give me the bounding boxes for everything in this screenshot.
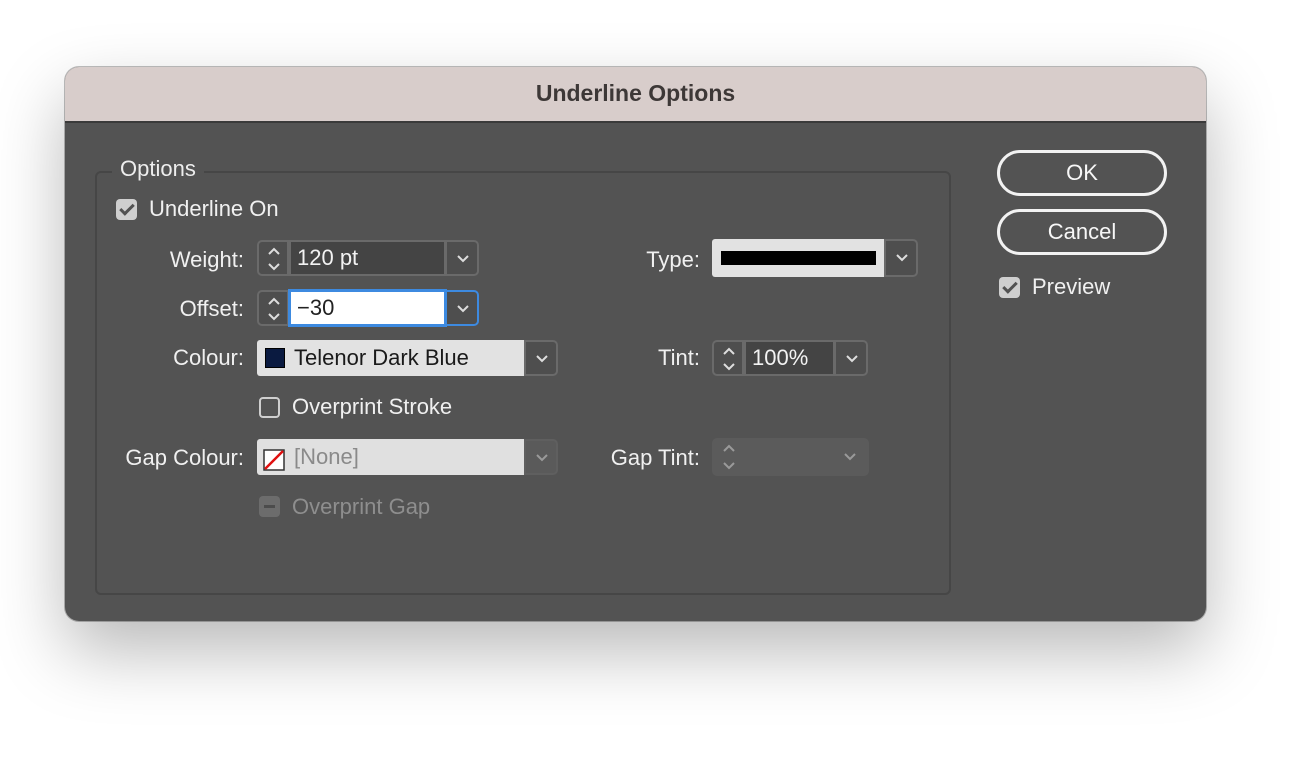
overprint-stroke-label: Overprint Stroke xyxy=(292,394,453,419)
tint-label: Tint: xyxy=(658,345,700,370)
colour-select[interactable]: Telenor Dark Blue xyxy=(257,340,525,376)
chevron-down-icon xyxy=(457,255,469,263)
weight-label: Weight: xyxy=(169,247,244,272)
colour-value: Telenor Dark Blue xyxy=(294,345,469,370)
stepper-arrows-icon xyxy=(723,347,735,371)
colour-swatch xyxy=(265,348,285,368)
overprint-gap-checkbox xyxy=(259,496,280,517)
options-group-box xyxy=(95,171,951,595)
tint-field[interactable]: 100% xyxy=(744,340,835,376)
gap-colour-label: Gap Colour: xyxy=(125,445,244,470)
ok-button[interactable]: OK xyxy=(997,150,1167,196)
type-label: Type: xyxy=(646,247,700,272)
chevron-down-icon xyxy=(457,305,469,313)
offset-field[interactable]: −30 xyxy=(289,290,446,326)
colour-dropdown-button[interactable] xyxy=(524,340,558,376)
chevron-down-icon xyxy=(844,453,856,461)
tint-dropdown-button[interactable] xyxy=(834,340,868,376)
gap-colour-dropdown-button xyxy=(524,439,558,475)
offset-stepper[interactable] xyxy=(257,290,289,326)
preview-label: Preview xyxy=(1032,274,1111,299)
overprint-stroke-checkbox[interactable] xyxy=(259,397,280,418)
dialog-title: Underline Options xyxy=(65,67,1206,123)
chevron-down-icon xyxy=(846,355,858,363)
type-dropdown-button[interactable] xyxy=(884,239,918,277)
colour-label: Colour: xyxy=(173,345,244,370)
stepper-arrows-icon xyxy=(268,297,280,321)
chevron-down-icon xyxy=(896,254,908,262)
weight-stepper[interactable] xyxy=(257,240,289,276)
underline-on-checkbox[interactable] xyxy=(116,199,137,220)
underline-on-label: Underline On xyxy=(149,196,279,221)
options-group-label: Options xyxy=(112,156,204,182)
weight-field[interactable]: 120 pt xyxy=(289,240,446,276)
gap-colour-value: [None] xyxy=(294,444,359,469)
gap-colour-select: [None] xyxy=(257,439,525,475)
solid-line-preview xyxy=(721,251,876,265)
none-swatch-icon xyxy=(263,446,285,471)
weight-dropdown-button[interactable] xyxy=(445,240,479,276)
chevron-down-icon xyxy=(536,355,548,363)
offset-dropdown-button[interactable] xyxy=(445,290,479,326)
tint-stepper[interactable] xyxy=(712,340,744,376)
gap-tint-control xyxy=(712,438,869,476)
offset-label: Offset: xyxy=(179,296,244,321)
chevron-down-icon xyxy=(536,454,548,462)
cancel-button[interactable]: Cancel xyxy=(997,209,1167,255)
gap-tint-label: Gap Tint: xyxy=(610,445,700,470)
overprint-gap-label: Overprint Gap xyxy=(292,494,431,519)
type-select[interactable] xyxy=(712,239,885,277)
stepper-arrows-icon xyxy=(268,247,280,271)
stepper-arrows-icon xyxy=(723,444,735,470)
preview-checkbox[interactable] xyxy=(999,277,1020,298)
